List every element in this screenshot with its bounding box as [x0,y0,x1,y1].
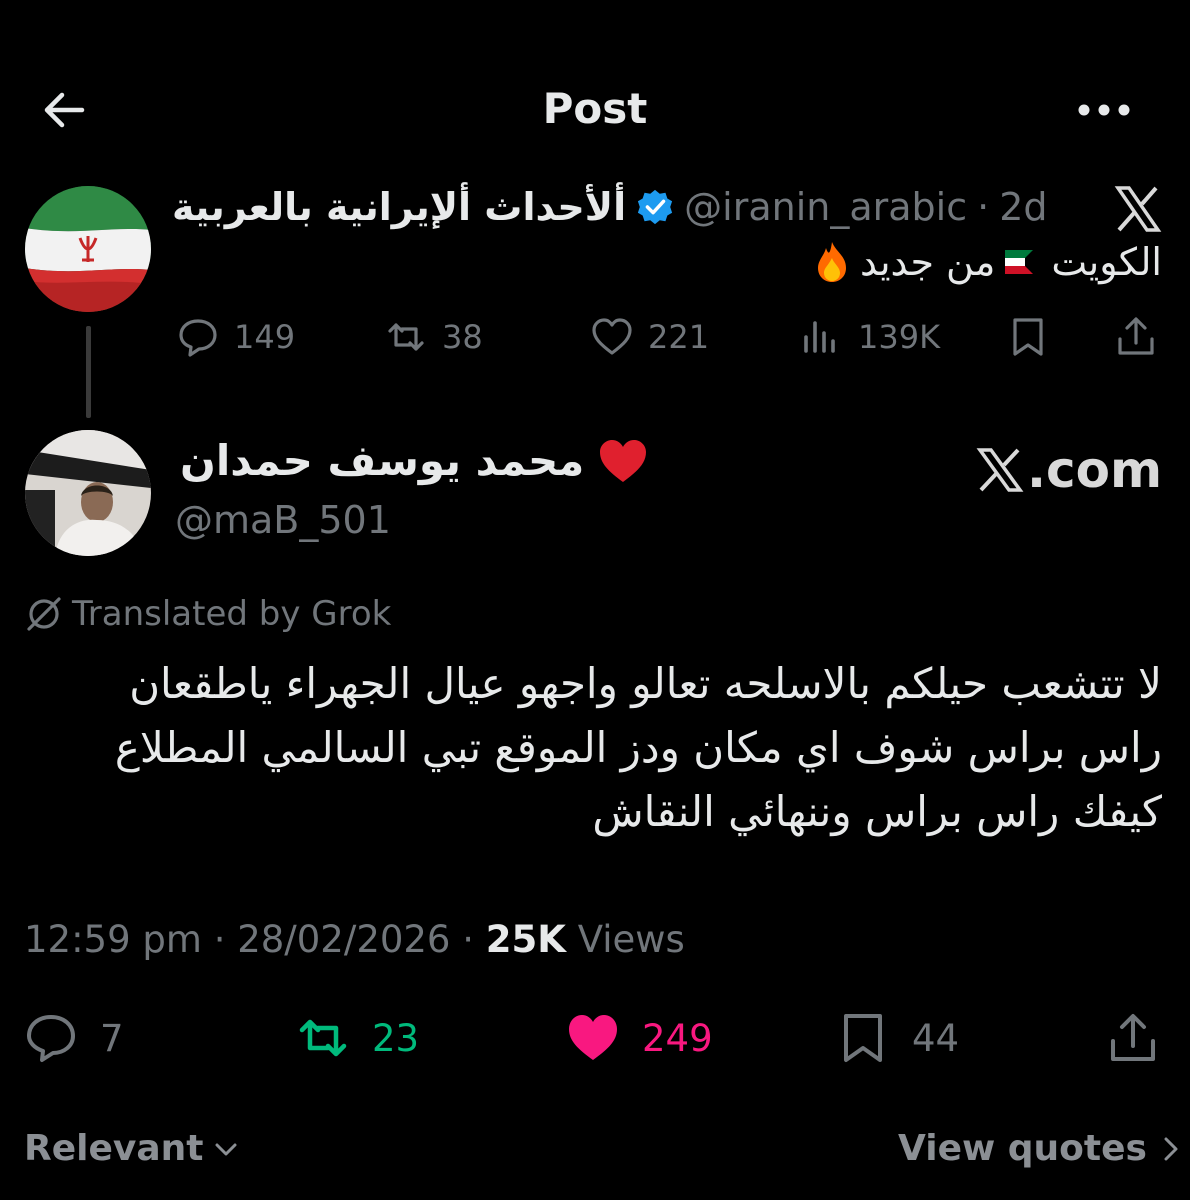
post-text-line: كيفك راس براس وننهائي النقاش [592,787,1162,836]
view-quotes-label: View quotes [898,1128,1147,1169]
kuwait-flag-icon [1005,250,1042,274]
parent-text-part-1: الكويت [1051,240,1162,284]
post-text: لا تتشعب حيلكم بالاسلحه تعالو واجهو عيال… [22,652,1162,844]
iran-flag-avatar-icon [25,186,151,312]
parent-views-count: 139K [858,318,941,356]
x-com-watermark: .com [975,440,1162,500]
share-icon [1111,1014,1155,1061]
watermark-text: .com [1027,441,1163,499]
views-label: Views [577,918,685,961]
author-photo-avatar-icon [25,430,151,556]
more-horizontal-icon [1078,104,1130,116]
share-icon [1118,317,1154,355]
like-button[interactable]: 249 [566,1010,713,1066]
parent-post-time[interactable]: 2d [999,185,1047,229]
more-button[interactable] [1074,92,1134,128]
verified-badge-icon [638,189,673,225]
translated-by-grok[interactable]: Translated by Grok [24,594,391,634]
parent-like-button[interactable]: 221 [590,312,709,362]
parent-reply-count: 149 [234,318,296,356]
view-quotes-link[interactable]: View quotes [898,1128,1183,1169]
bookmark-icon [844,1014,882,1062]
post-date[interactable]: 28/02/2026 [237,918,450,961]
parent-like-count: 221 [648,318,710,356]
parent-repost-count: 38 [442,318,483,356]
sort-replies-dropdown[interactable]: Relevant [24,1128,240,1169]
repost-count: 23 [372,1016,420,1060]
views-count: 25K [485,918,566,961]
separator: · [977,185,990,229]
share-button[interactable] [1106,1010,1160,1066]
author-name-row: محمد يوسف حمدان [180,436,648,485]
parent-author-handle[interactable]: @iranin_arabic [684,185,967,229]
translated-label: Translated by Grok [72,594,392,634]
post-text-line: راس براس شوف اي مكان ودز الموقع تبي السا… [114,723,1162,772]
reply-button[interactable]: 7 [24,1010,124,1066]
like-count: 249 [642,1016,713,1060]
author-avatar[interactable] [25,430,151,556]
parent-views-button[interactable]: 139K [800,312,940,362]
views-chart-icon [804,321,835,353]
post-time[interactable]: 12:59 pm [24,918,202,961]
chevron-down-icon [215,1143,236,1155]
parent-reply-button[interactable]: 149 [176,312,295,362]
grok-icon [27,597,61,631]
bookmark-button[interactable]: 44 [836,1010,959,1066]
parent-author-avatar[interactable] [25,186,151,312]
author-name[interactable]: محمد يوسف حمدان [180,436,584,485]
post-meta: 12:59 pm · 28/02/2026 · 25K Views [24,918,685,961]
repost-icon [388,323,424,351]
repost-icon [299,1019,347,1057]
bookmark-count: 44 [912,1016,960,1060]
parent-author-name[interactable]: ألأحداث ألإيرانية بالعربية [172,185,626,229]
parent-share-button[interactable] [1114,312,1158,362]
sort-label: Relevant [24,1128,204,1169]
heart-outline-icon [592,318,632,355]
heart-filled-icon [569,1015,617,1060]
repost-button[interactable]: 23 [296,1010,419,1066]
reply-icon [27,1015,75,1062]
author-handle[interactable]: @maB_501 [175,498,391,542]
post-text-line: لا تتشعب حيلكم بالاسلحه تعالو واجهو عيال… [129,659,1162,708]
bookmark-icon [1013,318,1043,356]
parent-bookmark-button[interactable] [1006,312,1050,362]
separator: · [462,918,475,961]
parent-post-text: الكويت من جديد [814,240,1162,284]
parent-text-part-2: من جديد [860,240,996,284]
separator: · [213,918,226,961]
x-logo-icon [1112,184,1164,234]
x-logo-icon [976,448,1024,492]
parent-repost-button[interactable]: 38 [384,312,483,362]
fire-icon [818,242,847,282]
thread-connector-line [86,326,91,418]
chevron-right-icon [1164,1137,1178,1160]
reply-icon [179,319,217,357]
red-heart-icon [600,439,647,482]
parent-post-header: ألأحداث ألإيرانية بالعربية @iranin_arabi… [172,182,1048,232]
page-title: Post [542,84,648,133]
reply-count: 7 [100,1016,124,1060]
